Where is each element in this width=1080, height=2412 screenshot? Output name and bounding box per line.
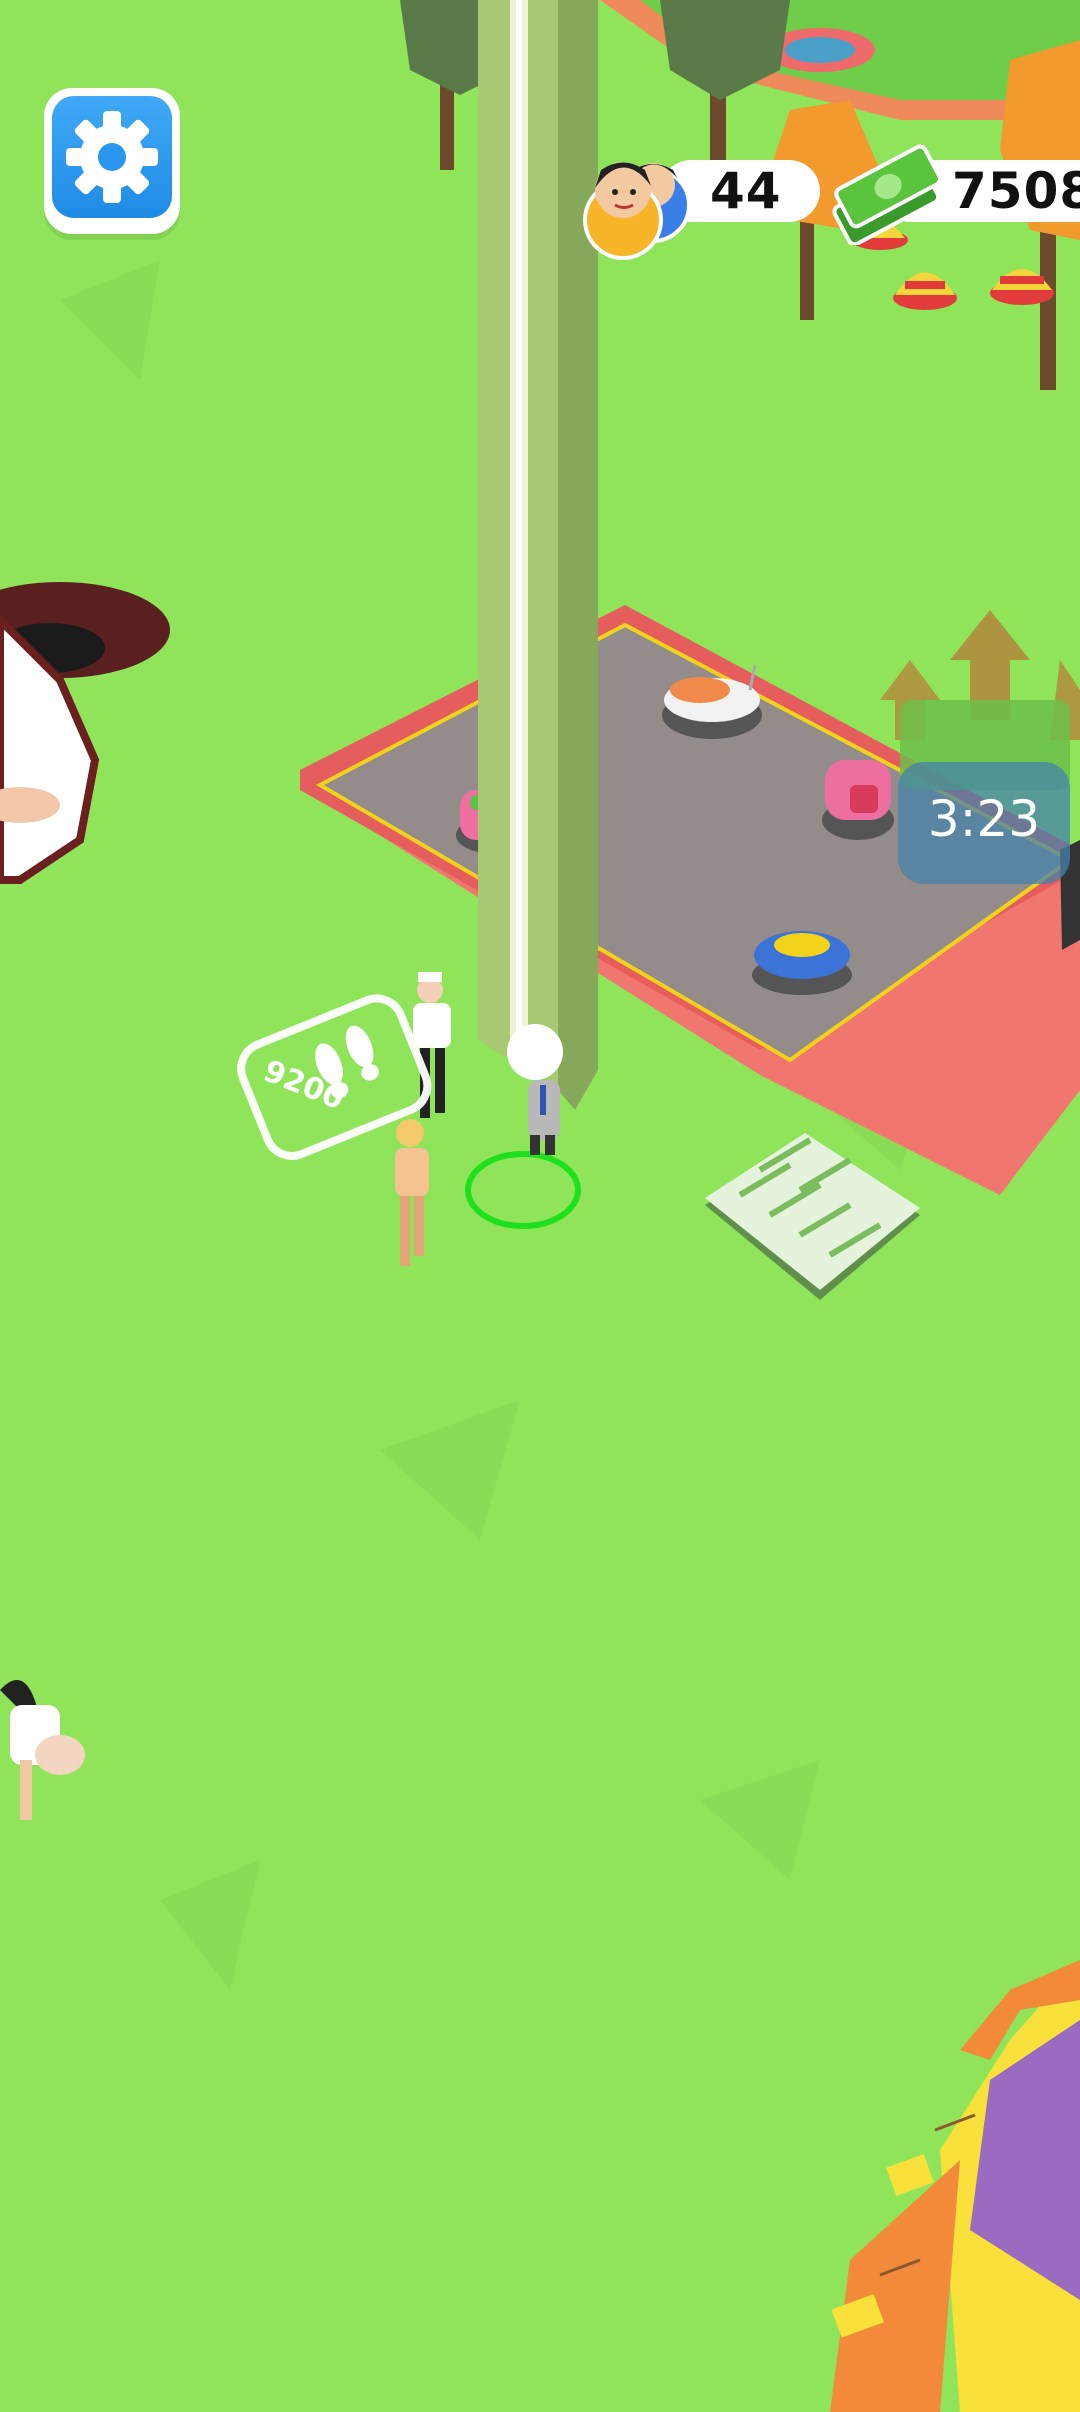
ride-timer: 3:23: [898, 762, 1070, 884]
carousel-ride: [830, 1960, 1080, 2412]
visitors-count: 44: [710, 162, 782, 220]
settings-button[interactable]: [44, 88, 180, 234]
player-selection-ring: [465, 1151, 581, 1229]
settings-button-face: [52, 96, 172, 218]
ride-timer-text: 3:23: [927, 790, 1041, 848]
bumper-car-blue: [752, 931, 852, 995]
visitor-chef: [413, 972, 451, 1118]
cash-stack-tower: [478, 0, 598, 1110]
gear-icon: [66, 111, 158, 203]
bollard-1: [893, 272, 957, 310]
visitors-faces-icon: [583, 162, 691, 260]
player-manager: [507, 1024, 563, 1155]
panda-statue: [0, 582, 170, 884]
cash-stack-icon: [832, 144, 943, 245]
visitor-tan: [395, 1119, 429, 1266]
money-amount: 7508: [952, 162, 1080, 220]
visitor-left-edge: [0, 1680, 85, 1820]
bumper-car-pink: [822, 760, 894, 840]
game-scene: [0, 0, 1080, 2412]
